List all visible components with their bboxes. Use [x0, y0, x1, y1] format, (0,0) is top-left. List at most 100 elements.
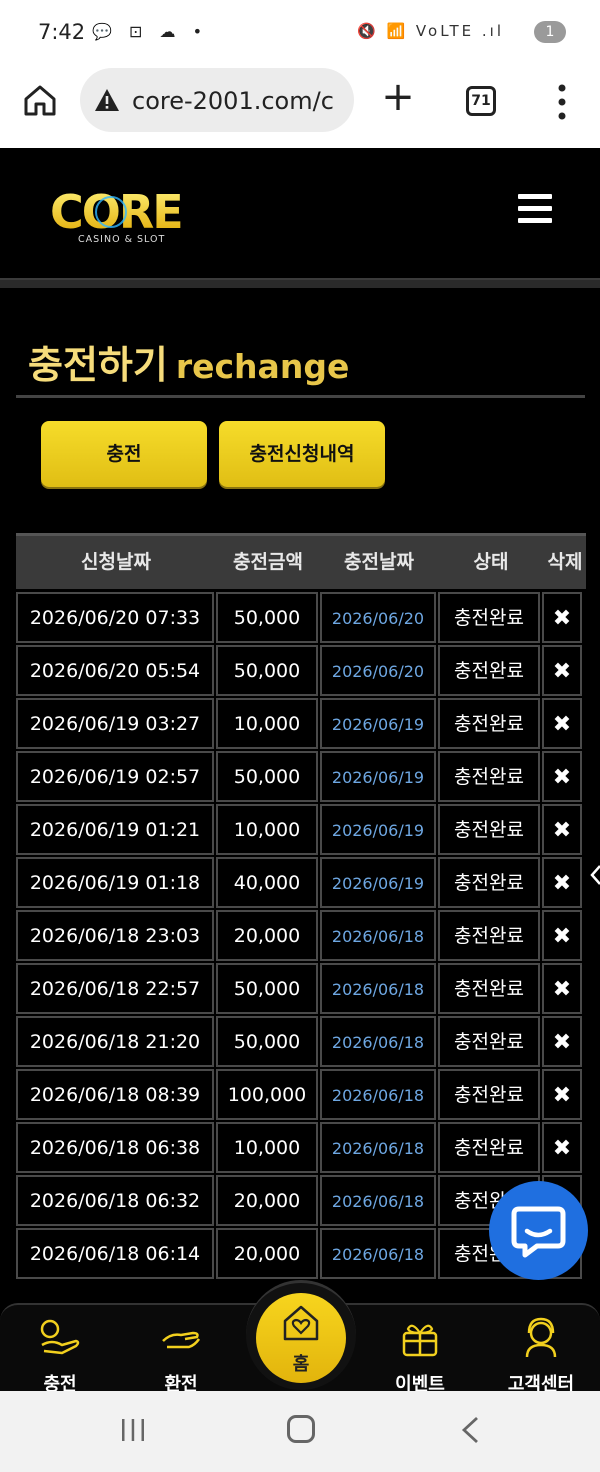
status-cell: 충전완료 — [438, 698, 540, 749]
scroll-edge-handle-icon[interactable] — [590, 862, 600, 888]
delete-x-icon[interactable]: ✖ — [542, 1016, 582, 1067]
status-cell: 충전완료 — [438, 645, 540, 696]
charge-button[interactable]: 충전 — [41, 421, 207, 487]
charge-date-cell: 2026/06/19 — [320, 698, 436, 749]
amount-cell: 50,000 — [216, 592, 318, 643]
nav-home[interactable]: 홈 — [256, 1293, 346, 1383]
back-chevron-icon[interactable] — [460, 1415, 480, 1445]
site-menu-hamburger-icon[interactable] — [518, 194, 552, 224]
recent-apps-icon[interactable] — [120, 1417, 146, 1443]
delete-x-icon[interactable]: ✖ — [542, 645, 582, 696]
status-cell: 충전완료 — [438, 857, 540, 908]
page-title-korean: 충전하기 — [28, 343, 168, 387]
delete-x-icon[interactable]: ✖ — [542, 857, 582, 908]
live-chat-button[interactable] — [489, 1181, 588, 1280]
amount-cell: 10,000 — [216, 804, 318, 855]
amount-cell: 10,000 — [216, 1122, 318, 1173]
header-divider — [0, 278, 600, 288]
delete-x-icon[interactable]: ✖ — [542, 1069, 582, 1120]
amount-cell: 20,000 — [216, 1228, 318, 1279]
header-amount: 충전금액 — [233, 551, 303, 573]
header-charge-date: 충전날짜 — [344, 551, 414, 573]
request-date-cell: 2026/06/18 06:32 — [16, 1175, 214, 1226]
delete-x-icon[interactable]: ✖ — [542, 698, 582, 749]
delete-x-icon[interactable]: ✖ — [542, 963, 582, 1014]
amount-cell: 50,000 — [216, 751, 318, 802]
exchange-hand-icon — [162, 1331, 201, 1349]
nav-support[interactable]: 고객센터 — [491, 1311, 591, 1396]
delete-x-icon[interactable]: ✖ — [542, 751, 582, 802]
tab-switcher-button[interactable]: 71 — [466, 86, 496, 116]
request-date-cell: 2026/06/18 06:14 — [16, 1228, 214, 1279]
notification-count-badge: 1 — [534, 21, 566, 43]
table-row: 2026/06/20 05:54 50,000 2026/06/20 충전완료 … — [16, 645, 586, 698]
not-secure-warning-icon[interactable] — [94, 88, 120, 112]
site-header: CORE CASINO & SLOT — [0, 148, 600, 278]
core-casino-logo[interactable]: CORE CASINO & SLOT — [48, 184, 208, 248]
table-row: 2026/06/20 07:33 50,000 2026/06/20 충전완료 … — [16, 592, 586, 645]
amount-cell: 50,000 — [216, 645, 318, 696]
request-date-cell: 2026/06/19 01:18 — [16, 857, 214, 908]
status-cell: 충전완료 — [438, 1122, 540, 1173]
status-cell: 충전완료 — [438, 963, 540, 1014]
request-date-cell: 2026/06/19 02:57 — [16, 751, 214, 802]
amount-cell: 50,000 — [216, 1016, 318, 1067]
delete-x-icon[interactable]: ✖ — [542, 1122, 582, 1173]
charge-date-cell: 2026/06/18 — [320, 963, 436, 1014]
browser-menu-icon[interactable] — [550, 82, 574, 122]
svg-text:CORE: CORE — [50, 185, 182, 239]
delete-x-icon[interactable]: ✖ — [542, 592, 582, 643]
title-underline — [16, 395, 585, 398]
table-row: 2026/06/18 06:38 10,000 2026/06/18 충전완료 … — [16, 1122, 586, 1175]
header-delete: 삭제 — [547, 551, 583, 573]
svg-text:CASINO & SLOT: CASINO & SLOT — [78, 234, 165, 245]
status-bar: 7:42 💬 ⊡ ☁ • 🔇 📶 VoLTE .ıl 1 — [0, 0, 600, 64]
request-date-cell: 2026/06/18 22:57 — [16, 963, 214, 1014]
nav-exchange[interactable]: 환전 — [131, 1311, 231, 1396]
page-title-english: rechange — [175, 347, 350, 386]
table-row: 2026/06/18 08:39 100,000 2026/06/18 충전완료… — [16, 1069, 586, 1122]
delete-x-icon[interactable]: ✖ — [542, 910, 582, 961]
amount-cell: 20,000 — [216, 1175, 318, 1226]
new-tab-plus-icon[interactable]: + — [380, 77, 416, 117]
request-date-cell: 2026/06/19 03:27 — [16, 698, 214, 749]
nav-home-wrapper: 홈 — [246, 1280, 356, 1390]
nav-event[interactable]: 이벤트 — [370, 1311, 470, 1396]
request-date-cell: 2026/06/18 06:38 — [16, 1122, 214, 1173]
nav-charge[interactable]: 충전 — [10, 1311, 110, 1396]
charge-date-cell: 2026/06/18 — [320, 1122, 436, 1173]
status-time: 7:42 — [38, 20, 86, 44]
system-status-icons: 🔇 📶 VoLTE .ıl — [357, 22, 504, 40]
page-title: 충전하기 rechange — [28, 334, 349, 389]
status-cell: 충전완료 — [438, 751, 540, 802]
status-cell: 충전완료 — [438, 592, 540, 643]
notification-icons: 💬 ⊡ ☁ • — [92, 22, 209, 41]
table-row: 2026/06/18 23:03 20,000 2026/06/18 충전완료 … — [16, 910, 586, 963]
table-row: 2026/06/19 02:57 50,000 2026/06/19 충전완료 … — [16, 751, 586, 804]
home-heart-icon — [283, 1305, 319, 1341]
header-status: 상태 — [473, 551, 509, 573]
browser-home-icon[interactable] — [22, 82, 58, 118]
header-request-date: 신청날짜 — [81, 551, 151, 573]
system-home-icon[interactable] — [287, 1415, 315, 1443]
system-navigation-bar — [0, 1391, 600, 1472]
charge-date-cell: 2026/06/20 — [320, 645, 436, 696]
charge-date-cell: 2026/06/19 — [320, 857, 436, 908]
address-bar[interactable]: core-2001.com/c — [80, 68, 354, 132]
request-date-cell: 2026/06/19 01:21 — [16, 804, 214, 855]
nav-home-label: 홈 — [292, 1354, 310, 1375]
customer-support-headset-icon — [525, 1317, 557, 1358]
request-date-cell: 2026/06/18 21:20 — [16, 1016, 214, 1067]
delete-x-icon[interactable]: ✖ — [542, 804, 582, 855]
table-body: 2026/06/20 07:33 50,000 2026/06/20 충전완료 … — [16, 592, 586, 1281]
amount-cell: 10,000 — [216, 698, 318, 749]
amount-cell: 50,000 — [216, 963, 318, 1014]
status-cell: 충전완료 — [438, 1069, 540, 1120]
charge-history-button[interactable]: 충전신청내역 — [219, 421, 385, 487]
url-text[interactable]: core-2001.com/c — [132, 87, 342, 115]
charge-coin-hand-icon — [40, 1319, 80, 1355]
request-date-cell: 2026/06/18 08:39 — [16, 1069, 214, 1120]
charge-date-cell: 2026/06/18 — [320, 1016, 436, 1067]
table-row: 2026/06/19 01:21 10,000 2026/06/19 충전완료 … — [16, 804, 586, 857]
chat-bubble-icon — [511, 1206, 566, 1258]
